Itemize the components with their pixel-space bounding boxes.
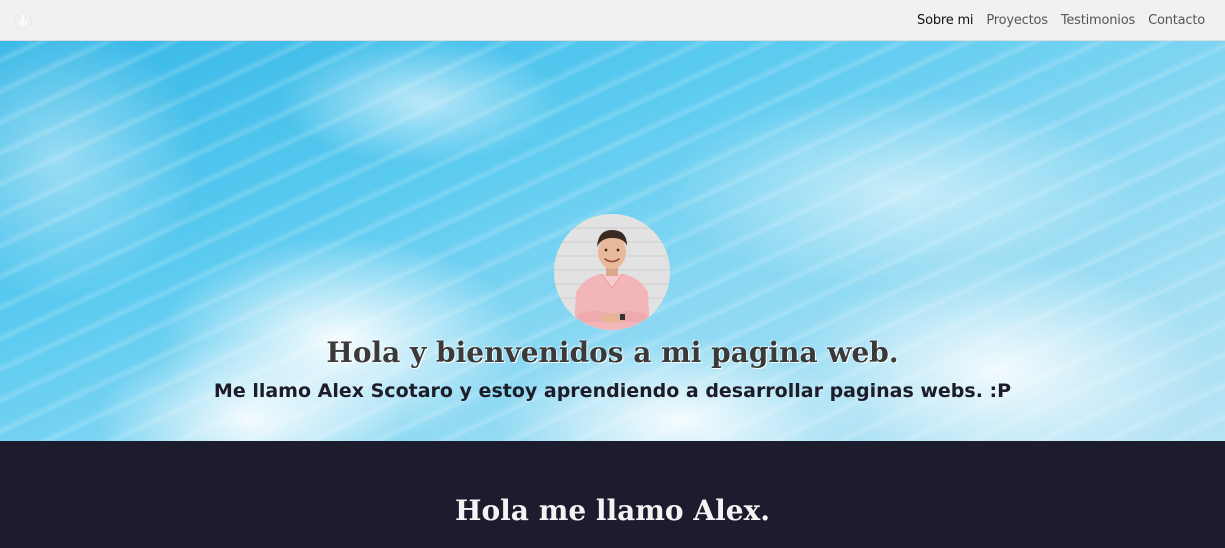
nav-link-sobre-mi[interactable]: Sobre mi bbox=[917, 13, 974, 28]
hero-subtitle: Me llamo Alex Scotaro y estoy aprendiend… bbox=[213, 380, 1012, 402]
about-section: Hola me llamo Alex. bbox=[0, 441, 1225, 548]
circle-arrow-down-icon[interactable] bbox=[13, 11, 33, 31]
nav-link-contacto[interactable]: Contacto bbox=[1148, 13, 1205, 28]
nav-link-proyectos[interactable]: Proyectos bbox=[986, 13, 1048, 28]
avatar bbox=[554, 214, 670, 330]
nav-links: Sobre mi Proyectos Testimonios Contacto bbox=[917, 0, 1205, 41]
nav-link-testimonios[interactable]: Testimonios bbox=[1061, 13, 1135, 28]
profile-photo bbox=[554, 214, 670, 330]
navbar: Sobre mi Proyectos Testimonios Contacto bbox=[0, 0, 1225, 41]
about-title: Hola me llamo Alex. bbox=[455, 494, 770, 527]
hero-title: Hola y bienvenidos a mi pagina web. bbox=[326, 336, 899, 369]
hero-section: Hola y bienvenidos a mi pagina web. Me l… bbox=[0, 41, 1225, 441]
